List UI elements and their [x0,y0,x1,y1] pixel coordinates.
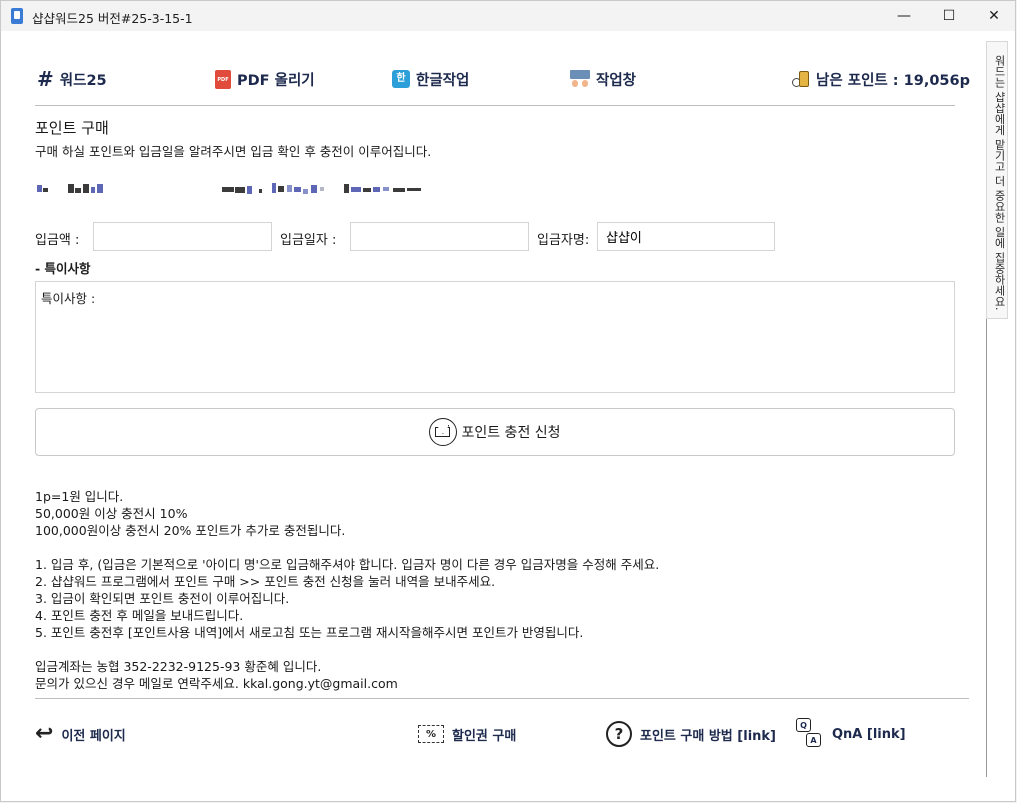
toolbar-word25[interactable]: # 워드25 [37,67,107,91]
qna-chat-icon: Q A [794,718,824,750]
qna-link[interactable]: Q A QnA [link] [794,718,906,750]
rate-line: 50,000원 이상 충전시 10% [35,506,188,521]
how-to-buy-label: 포인트 구매 방법 [link] [640,728,776,744]
back-arrow-icon: ↩ [35,721,54,746]
deposit-amount-input[interactable] [93,222,272,251]
redacted-account-info [35,183,425,195]
hangul-app-icon: 한 [392,70,410,88]
rate-line: 100,000원이상 충전시 20% 포인트가 추가로 충전됩니다. [35,523,346,538]
side-slogan-text: 워드는 샵샵에게 맡기고 더 중요한 일에 집중하세요. [993,55,1006,311]
coupon-ticket-icon: % [418,725,444,743]
coupon-purchase-label: 할인권 구매 [452,728,517,744]
keyboard-typing-icon [570,70,590,88]
remaining-points-label: 남은 포인트 : 19,056p [816,72,970,89]
steps-info: 1. 입금 후, (입금은 기본적으로 '아이디 명'으로 입금해주셔야 합니다… [35,556,659,641]
previous-page-label: 이전 페이지 [61,728,126,744]
qna-label: QnA [link] [832,726,906,742]
side-slogan-tab[interactable]: 워드는 샵샵에게 맡기고 더 중요한 일에 집중하세요. [986,41,1008,319]
step-line: 4. 포인트 충전 후 메일을 보내드립니다. [35,608,244,623]
divider [35,105,955,106]
bank-account-line: 입금계좌는 농협 352-2232-9125-93 황준혜 입니다. [35,659,322,674]
maximize-button[interactable]: ☐ [926,1,972,31]
qna-q-glyph: Q [796,718,811,732]
contact-email-line: 문의가 있으신 경우 메일로 연락주세요. kkal.gong.yt@gmail… [35,676,398,691]
toolbar-hangul-work-label: 한글작업 [416,72,470,89]
app-window: 샵샵워드25 버전#25-3-15-1 — ☐ ✕ # 워드25 PDF PDF… [0,0,1016,802]
hashtag-icon: # [37,67,54,91]
coin-icon [792,70,810,88]
window-title: 샵샵워드25 버전#25-3-15-1 [32,11,193,26]
how-to-buy-link[interactable]: ? 포인트 구매 방법 [link] [606,719,776,749]
title-bar: 샵샵워드25 버전#25-3-15-1 — ☐ ✕ [1,1,1015,31]
coupon-purchase-button[interactable]: % 할인권 구매 [418,719,516,749]
pdf-file-icon: PDF [215,69,231,89]
toolbar-hangul-work[interactable]: 한 한글작업 [392,67,469,91]
toolbar-pdf-upload-label: PDF 올리기 [237,72,315,89]
divider [35,698,969,699]
close-button[interactable]: ✕ [971,1,1017,31]
toolbar-workspace[interactable]: 작업창 [570,67,636,91]
deposit-date-input[interactable] [350,222,529,251]
previous-page-button[interactable]: ↩ 이전 페이지 [35,719,126,749]
notes-heading: - 특이사항 [35,261,91,276]
deposit-amount-label: 입금액 : [35,233,80,248]
remaining-points: 남은 포인트 : 19,056p [792,67,970,91]
depositor-name-label: 입금자명: [537,233,590,248]
page-title: 포인트 구매 [35,119,109,137]
notes-textarea[interactable]: 특이사항 : [35,281,955,393]
contact-info: 입금계좌는 농협 352-2232-9125-93 황준혜 입니다. 문의가 있… [35,658,398,692]
step-line: 2. 샵샵워드 프로그램에서 포인트 구매 >> 포인트 충전 신청을 눌러 내… [35,574,496,589]
rate-info: 1p=1원 입니다. 50,000원 이상 충전시 10% 100,000원이상… [35,488,345,539]
minimize-button[interactable]: — [881,1,927,31]
question-circle-icon: ? [606,721,632,747]
rate-line: 1p=1원 입니다. [35,489,124,504]
side-divider [986,319,987,777]
app-icon [11,8,23,24]
step-line: 5. 포인트 충전후 [포인트사용 내역]에서 새로고침 또는 프로그램 재시작… [35,625,584,640]
qna-a-glyph: A [806,733,821,747]
toolbar-workspace-label: 작업창 [596,72,637,89]
point-charge-request-label: 포인트 충전 신청 [461,425,561,441]
step-line: 1. 입금 후, (입금은 기본적으로 '아이디 명'으로 입금해주셔야 합니다… [35,557,660,572]
depositor-name-input[interactable] [597,222,775,251]
page-description: 구매 하실 포인트와 입금일을 알려주시면 입금 확인 후 충전이 이루어집니다… [35,144,432,159]
toolbar-pdf-upload[interactable]: PDF PDF 올리기 [215,67,315,91]
step-line: 3. 입금이 확인되면 포인트 충전이 이루어집니다. [35,591,290,606]
envelope-icon [429,418,458,446]
point-charge-request-button[interactable]: 포인트 충전 신청 [35,408,955,456]
toolbar-word25-label: 워드25 [59,72,107,89]
deposit-date-label: 입금일자 : [280,233,337,248]
